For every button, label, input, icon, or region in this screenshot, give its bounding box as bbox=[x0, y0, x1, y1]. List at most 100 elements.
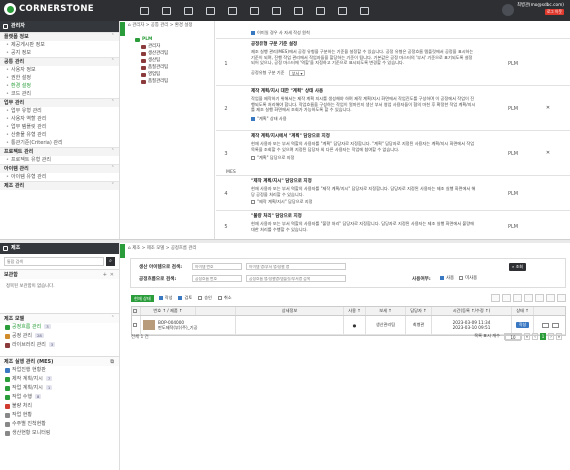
header-cell[interactable]: 시간(등록 ↑/수정 ↑) bbox=[432, 307, 512, 315]
menu-item[interactable]: 제공게시판 정보 bbox=[0, 41, 119, 49]
tree-node[interactable]: 생산팀 bbox=[141, 57, 214, 64]
checkbox[interactable] bbox=[251, 117, 255, 122]
group-project[interactable]: 프로젝트 관리 ˆ bbox=[0, 147, 119, 156]
collapse-tab[interactable] bbox=[120, 244, 125, 258]
checkbox[interactable] bbox=[459, 276, 464, 280]
tree-node[interactable]: 품질관리팀 bbox=[141, 78, 214, 85]
breadcrumb-item[interactable]: 제조 bbox=[132, 246, 140, 251]
copy-icon[interactable] bbox=[513, 294, 522, 302]
group-platform[interactable]: 플랫폼 정보 ˆ bbox=[0, 32, 119, 41]
menu-item[interactable]: 사용자 정보 bbox=[0, 66, 119, 74]
per-page-select[interactable]: 10 bbox=[504, 333, 522, 341]
mes-item[interactable]: 제작 계획/지시 7 bbox=[0, 375, 119, 384]
header-cell[interactable]: 번호 ↑ / 제품 ↑ bbox=[141, 307, 196, 315]
close-icon[interactable]: ✕ bbox=[110, 270, 114, 280]
user-avatar-icon[interactable] bbox=[502, 4, 514, 16]
export-icon[interactable] bbox=[535, 294, 544, 302]
layers-icon[interactable] bbox=[309, 4, 331, 17]
link-icon[interactable] bbox=[551, 322, 559, 328]
mes-item[interactable]: 작업진행 현황판 bbox=[0, 366, 119, 375]
mes-item[interactable]: 작업 현황 bbox=[0, 411, 119, 420]
tools-icon[interactable] bbox=[243, 4, 265, 17]
mes-item[interactable]: 불량 처리 bbox=[0, 402, 119, 411]
tree-root[interactable]: PLM bbox=[135, 36, 214, 43]
tab-option[interactable]: 작성 bbox=[158, 295, 172, 301]
header-cell[interactable]: 상세정보 bbox=[236, 307, 344, 315]
template-item[interactable]: 라이브러리 관리 3 bbox=[0, 341, 119, 350]
grid-icon[interactable] bbox=[133, 4, 155, 17]
menu-item[interactable]: 통관기준(Criteria) 관리 bbox=[0, 139, 119, 147]
search-button[interactable]: ⌕ 조회 bbox=[509, 263, 526, 271]
template-header[interactable]: 제조 모델 ˆ bbox=[0, 313, 119, 323]
chart-icon[interactable] bbox=[199, 4, 221, 17]
logout-button[interactable]: 로그 아웃 bbox=[544, 9, 564, 15]
row-checkbox[interactable] bbox=[132, 316, 141, 334]
header-cell[interactable]: 보세 ↑ bbox=[366, 307, 406, 315]
people-icon[interactable] bbox=[265, 4, 287, 17]
checkbox[interactable] bbox=[440, 276, 444, 280]
box-icon[interactable] bbox=[221, 4, 243, 17]
delete-icon[interactable] bbox=[546, 294, 555, 302]
mes-item[interactable]: 작업 계획/지시 1 bbox=[0, 384, 119, 393]
add-icon[interactable] bbox=[491, 294, 500, 302]
first-page-icon[interactable]: « bbox=[524, 333, 530, 340]
folder-icon[interactable] bbox=[155, 4, 177, 17]
criteria-select[interactable]: 부서 ▾ bbox=[288, 70, 306, 77]
header-cell[interactable]: 상태 ↑ bbox=[512, 307, 534, 315]
cloud-icon[interactable] bbox=[353, 4, 375, 17]
group-common[interactable]: 공통 관리 ˆ bbox=[0, 57, 119, 66]
header-cell[interactable]: 사용 ↑ bbox=[344, 307, 366, 315]
process-number-input[interactable] bbox=[192, 275, 242, 282]
tab-current[interactable]: 현재 상태 bbox=[131, 294, 154, 302]
monitor-icon[interactable] bbox=[331, 4, 353, 17]
more-icon[interactable] bbox=[557, 294, 566, 302]
menu-item[interactable]: 산출물 유형 관리 bbox=[0, 131, 119, 139]
doc-icon[interactable] bbox=[177, 4, 199, 17]
menu-item[interactable]: 업무 유형 관리 bbox=[0, 107, 119, 115]
tree-node[interactable]: 품질관리팀 bbox=[141, 64, 214, 71]
tab-option[interactable]: 취소 bbox=[217, 295, 232, 301]
add-icon[interactable]: + bbox=[103, 270, 107, 280]
mes-item[interactable]: 수주별 진척현황 bbox=[0, 420, 119, 429]
process-name-input[interactable] bbox=[246, 275, 346, 282]
menu-item[interactable]: 공지 정보 bbox=[0, 49, 119, 57]
tree-node[interactable]: 관리자 bbox=[141, 43, 214, 50]
prev-page-icon[interactable]: ‹ bbox=[532, 333, 538, 340]
logo[interactable]: CORNERSTONE bbox=[4, 3, 94, 15]
last-page-icon[interactable]: » bbox=[556, 333, 562, 340]
menu-item[interactable]: 사용자 역할 관리 bbox=[0, 115, 119, 123]
mes-item[interactable]: 생산현황 모니터링 bbox=[0, 429, 119, 438]
breadcrumb-item[interactable]: 공정흐름 관리 bbox=[171, 246, 197, 251]
mes-item[interactable]: 작업 수행 8 bbox=[0, 393, 119, 402]
network-icon[interactable] bbox=[287, 4, 309, 17]
group-mfg[interactable]: 제조 관리 ˇ bbox=[0, 181, 119, 190]
search-input[interactable] bbox=[4, 257, 104, 266]
checkbox[interactable] bbox=[251, 31, 255, 35]
row-name[interactable]: 판도제작(부)(주)_기공 bbox=[158, 325, 197, 330]
settings-icon[interactable] bbox=[524, 294, 533, 302]
item-name-input[interactable] bbox=[246, 263, 346, 270]
header-cell[interactable]: 담당자 ↑ bbox=[406, 307, 432, 315]
menu-item[interactable]: 권한 설정 bbox=[0, 74, 119, 82]
menu-item[interactable]: 프로젝트 유형 관리 bbox=[0, 156, 119, 164]
bookmark-header[interactable]: 보관함 + ✕ bbox=[0, 269, 119, 279]
tab-option[interactable]: 승인 bbox=[198, 295, 212, 301]
group-item[interactable]: 아이템 관리 ˆ bbox=[0, 164, 119, 173]
template-item[interactable]: 공정 관리 28 bbox=[0, 332, 119, 341]
menu-item[interactable]: 환경 설정 bbox=[0, 82, 119, 90]
checkbox[interactable] bbox=[251, 200, 255, 205]
menu-item[interactable]: 업무 템플릿 관리 bbox=[0, 123, 119, 131]
tab-option[interactable]: 검토 bbox=[178, 295, 192, 301]
page-number[interactable]: 1 bbox=[540, 333, 546, 340]
tree-node[interactable]: 영업팀 bbox=[141, 71, 214, 78]
item-number-input[interactable] bbox=[192, 263, 242, 270]
next-page-icon[interactable]: › bbox=[548, 333, 554, 340]
close-icon[interactable]: ✕ bbox=[542, 150, 554, 156]
close-icon[interactable]: ✕ bbox=[542, 105, 554, 111]
breadcrumb-item[interactable]: 제조 모델 bbox=[147, 246, 165, 251]
doc-icon[interactable] bbox=[502, 294, 511, 302]
tree-node[interactable]: 생산관리팀 bbox=[141, 50, 214, 57]
folder-icon[interactable] bbox=[541, 322, 549, 328]
checkbox[interactable] bbox=[251, 156, 255, 161]
mes-header[interactable]: 제조 실행 관리 (MES) ⧉ bbox=[0, 356, 119, 366]
